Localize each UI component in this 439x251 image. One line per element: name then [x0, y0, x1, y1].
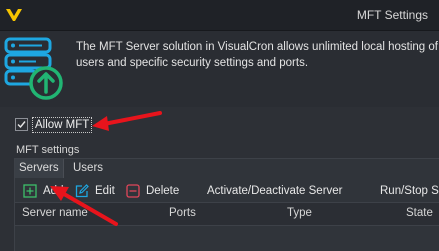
mft-settings-group-label: MFT settings	[16, 144, 80, 156]
servers-grid-header: Server name Ports Type State	[15, 203, 439, 226]
column-header-type[interactable]: Type	[287, 207, 312, 219]
delete-button[interactable]: Delete	[126, 182, 179, 200]
title-bar: MFT Settings	[0, 0, 439, 31]
edit-icon	[75, 184, 89, 198]
settings-tabs: Servers Users	[15, 159, 439, 179]
add-button-label: Add	[43, 185, 64, 197]
edit-button-label: Edit	[95, 185, 115, 197]
edit-button[interactable]: Edit	[75, 182, 115, 200]
mft-settings-panel: Servers Users Add Edit Delete Activate/D…	[14, 158, 439, 251]
intro-panel: The MFT Server solution in VisualCron al…	[0, 31, 439, 107]
intro-line-1: The MFT Server solution in VisualCron al…	[76, 41, 439, 53]
activate-deactivate-label: Activate/Deactivate Server	[207, 185, 343, 197]
run-stop-label: Run/Stop S	[380, 185, 439, 197]
checkbox-box[interactable]	[15, 118, 28, 131]
intro-line-2: users and specific security settings and…	[76, 57, 309, 69]
annotation-arrow-allow-mft	[92, 111, 162, 131]
add-button[interactable]: Add	[23, 182, 63, 200]
column-header-ports[interactable]: Ports	[169, 207, 196, 219]
tab-servers[interactable]: Servers	[15, 159, 64, 178]
delete-icon	[126, 184, 140, 198]
add-icon	[23, 184, 37, 198]
window-title: MFT Settings	[356, 8, 428, 22]
delete-button-label: Delete	[146, 185, 180, 197]
intro-description: The MFT Server solution in VisualCron al…	[76, 39, 439, 71]
column-header-state[interactable]: State	[406, 207, 433, 219]
tab-users[interactable]: Users	[69, 159, 107, 178]
run-stop-server-button[interactable]: Run/Stop S	[380, 182, 439, 200]
servers-toolbar: Add Edit Delete Activate/Deactivate Serv…	[15, 180, 439, 203]
mft-server-upload-icon	[4, 37, 63, 100]
column-header-server-name[interactable]: Server name	[22, 207, 88, 219]
allow-mft-label[interactable]: Allow MFT	[32, 117, 93, 133]
activate-deactivate-server-button[interactable]: Activate/Deactivate Server	[207, 182, 343, 200]
checkmark-icon	[17, 121, 26, 129]
visualcron-logo-icon	[6, 9, 22, 21]
